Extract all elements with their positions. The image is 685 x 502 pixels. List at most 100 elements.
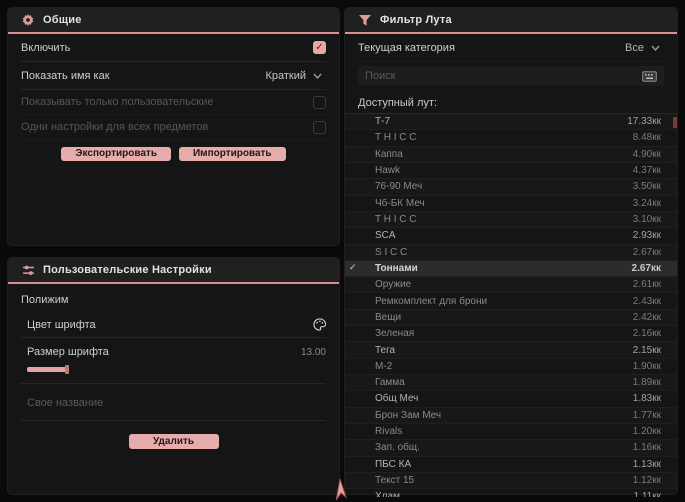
loot-item-value: 2.93кк (632, 230, 661, 242)
loot-item-row[interactable]: Гамма 1.89кк (345, 375, 677, 392)
loot-item-name: Зап. общ. (375, 442, 420, 454)
loot-item-value: 1.13кк (632, 458, 661, 470)
loot-item-value: 2.61кк (632, 279, 661, 291)
loot-item-value: 1.77кк (632, 409, 661, 421)
loot-item-row[interactable]: S I C C 2.67кк (345, 244, 677, 261)
enable-row: Включить ✓ (21, 34, 326, 62)
category-label: Текущая категория (358, 41, 455, 54)
loot-item-value: 2.42кк (632, 311, 661, 323)
search-box (358, 66, 664, 86)
loot-item-name: 76-90 Меч (375, 181, 423, 193)
loot-item-value: 17.33кк (627, 116, 661, 128)
loot-item-name: Тега (375, 344, 396, 356)
loot-list[interactable]: Т-7 17.33кк T H I C C 8.48кк Каппа 4.90кк Hawk… (345, 113, 677, 497)
loot-item-row[interactable]: Оружие 2.61кк (345, 277, 677, 294)
enable-label: Включить (21, 41, 71, 54)
custom-name-input[interactable] (27, 397, 326, 409)
loot-item-name: Чб-БК Меч (375, 197, 425, 209)
panel-user-settings-header: Пользовательские Настройки (8, 258, 339, 282)
panel-loot-filter: Фильтр Лута Текущая категория Все Доступ… (345, 8, 677, 497)
slider-handle[interactable] (65, 365, 69, 374)
palette-icon[interactable] (313, 318, 326, 331)
font-size-slider-row (21, 363, 326, 384)
loot-item-name: М-2 (375, 360, 393, 372)
keyboard-icon[interactable] (642, 70, 657, 82)
user-settings-icon (21, 263, 35, 277)
loot-item-row[interactable]: Ремкомплект для брони 2.43кк (345, 293, 677, 310)
loot-item-value: 3.10кк (632, 214, 661, 226)
loot-item-value: 1.12кк (632, 475, 661, 487)
loot-item-row[interactable]: ПБС КА 1.13кк (345, 457, 677, 473)
loot-item-value: 1.11кк (633, 491, 661, 497)
delete-button[interactable]: Удалить (128, 434, 219, 449)
loot-item-row[interactable]: Текст 15 1.12кк (345, 472, 677, 490)
font-size-slider[interactable] (27, 365, 327, 374)
panel-user-settings: Пользовательские Настройки Полижим Цвет … (8, 258, 339, 494)
loot-item-row[interactable]: ✓ Тоннами 2.67кк (345, 260, 677, 278)
scrollbar-thumb[interactable] (673, 117, 677, 128)
loot-item-name: Вещи (375, 311, 402, 323)
custom-name-row (21, 384, 326, 421)
loot-item-value: 1.83кк (632, 393, 661, 405)
panel-general-header: Общие (8, 8, 339, 32)
check-icon: ✓ (315, 41, 324, 53)
category-value: Все (625, 41, 644, 54)
loot-item-value: 2.15кк (632, 344, 661, 356)
loot-item-row[interactable]: Вещи 2.42кк (345, 309, 677, 327)
loot-item-row[interactable]: М-2 1.90кк (345, 359, 677, 375)
only-custom-checkbox[interactable] (313, 95, 326, 109)
loot-item-name: Зеленая (375, 328, 415, 340)
loot-item-row[interactable]: SCA 2.93кк (345, 228, 677, 245)
loot-item-row[interactable]: Общ Меч 1.83кк (345, 391, 677, 408)
panel-user-settings-title: Пользовательские Настройки (43, 264, 212, 276)
loot-item-row[interactable]: T H I C C 8.48кк (345, 130, 677, 147)
loot-item-row[interactable]: Т-7 17.33кк (345, 114, 677, 131)
same-settings-row: Одни настройки для всех предметов (21, 115, 326, 140)
search-input[interactable] (365, 70, 642, 82)
font-color-row: Цвет шрифта (21, 312, 326, 338)
font-size-label: Размер шрифта (27, 346, 109, 358)
import-button[interactable]: Импортировать (178, 147, 286, 161)
available-loot-label: Доступный лут: (358, 97, 438, 109)
loot-item-row[interactable]: Хлам 1.11кк (345, 489, 677, 497)
loot-item-row[interactable]: T H I C C 3.10кк (345, 211, 677, 229)
panel-loot-filter-title: Фильтр Лута (380, 14, 452, 26)
loot-item-name: S I C C (375, 246, 408, 258)
loot-item-row[interactable]: Брон Зам Меч 1.77кк (345, 407, 677, 424)
loot-item-row[interactable]: Тега 2.15кк (345, 342, 677, 359)
loot-item-name: Хлам (375, 491, 400, 497)
loot-item-name: T H I C C (375, 132, 417, 144)
loot-item-row[interactable]: Hawk 4.37кк (345, 163, 677, 180)
loot-item-row[interactable]: Зап. общ. 1.16кк (345, 440, 677, 457)
loot-item-name: Тоннами (375, 262, 418, 274)
panel-loot-filter-header: Фильтр Лута (345, 8, 677, 32)
loot-item-name: Оружие (375, 279, 412, 291)
loot-item-value: 4.37кк (632, 165, 661, 177)
category-dropdown[interactable]: Все (621, 40, 664, 56)
loot-item-row[interactable]: Каппа 4.90кк (345, 146, 677, 163)
loot-item-value: 4.90кк (632, 148, 661, 160)
loot-item-name: T H I C C (375, 214, 417, 226)
selected-item-name: Полижим (21, 294, 69, 306)
loot-item-value: 1.90кк (632, 360, 661, 372)
app-window: Общие Включить ✓ Показать имя как Кратки… (0, 0, 685, 502)
loot-item-row[interactable]: Зеленая 2.16кк (345, 326, 677, 343)
same-settings-checkbox[interactable] (313, 120, 326, 134)
loot-item-name: SCA (375, 230, 396, 242)
loot-item-value: 2.16кк (632, 328, 661, 340)
name-mode-dropdown[interactable]: Краткий (261, 68, 326, 84)
loot-item-name: Общ Меч (375, 393, 419, 405)
loot-item-row[interactable]: Rivals 1.20кк (345, 424, 677, 441)
font-color-label: Цвет шрифта (27, 318, 96, 331)
export-button[interactable]: Экспортировать (61, 147, 171, 161)
loot-item-row[interactable]: Чб-БК Меч 3.24кк (345, 196, 677, 212)
show-name-label: Показать имя как (21, 69, 110, 82)
panel-general-title: Общие (43, 14, 82, 26)
only-custom-label: Показывать только пользовательские (21, 96, 214, 108)
filter-funnel-icon (358, 13, 372, 27)
font-size-row: Размер шрифта 13.00 (21, 341, 326, 363)
enable-checkbox[interactable]: ✓ (313, 41, 326, 54)
loot-item-value: 1.16кк (632, 442, 661, 454)
same-settings-label: Одни настройки для всех предметов (21, 121, 209, 133)
loot-item-row[interactable]: 76-90 Меч 3.50кк (345, 179, 677, 196)
